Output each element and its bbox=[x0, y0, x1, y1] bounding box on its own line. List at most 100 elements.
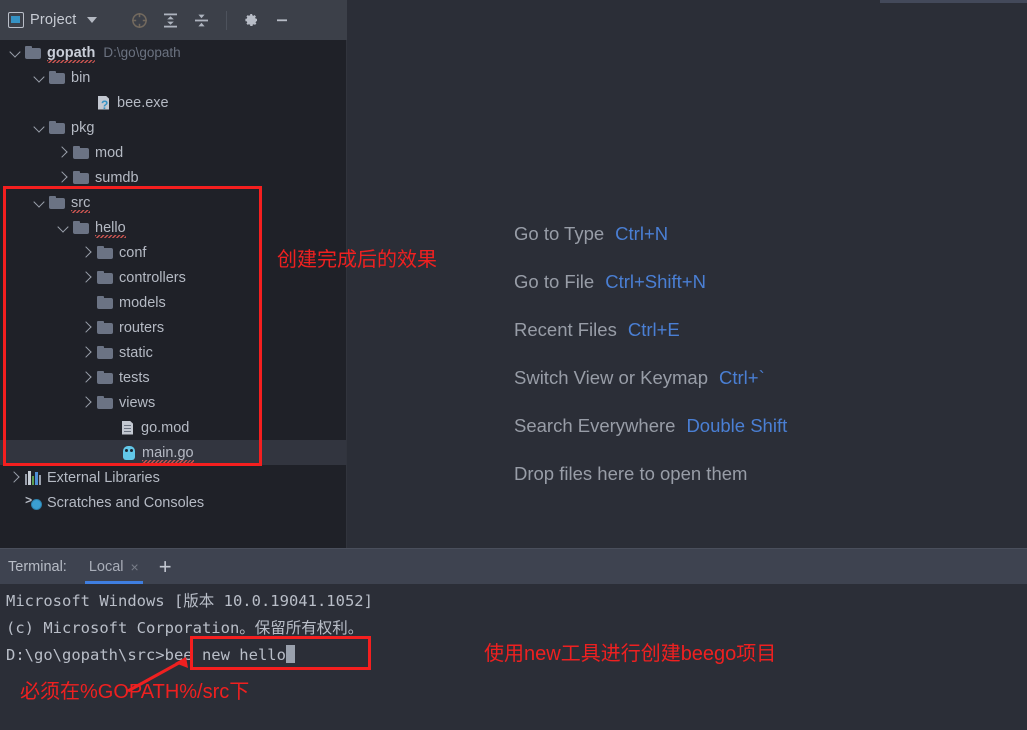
editor-hint-shortcut: Ctrl+N bbox=[615, 223, 669, 244]
chevron-down-icon[interactable] bbox=[33, 121, 46, 134]
go-file-icon bbox=[121, 445, 137, 461]
tree-node-sumdb[interactable]: sumdb bbox=[0, 165, 346, 190]
file-icon bbox=[121, 420, 135, 436]
folder-icon bbox=[97, 371, 113, 384]
chevron-right-icon[interactable] bbox=[57, 146, 70, 159]
editor-hint-shortcut: Ctrl+Shift+N bbox=[605, 271, 706, 292]
tree-node-label: routers bbox=[119, 319, 165, 336]
folder-icon bbox=[97, 396, 113, 409]
golandwindow: Project gopath D:\go\gopath bin ? bee.ex… bbox=[0, 0, 1027, 730]
tree-node-gopath[interactable]: gopath D:\go\gopath bbox=[0, 40, 346, 65]
editor-hint-row: Search Everywhere Double Shift bbox=[514, 402, 787, 450]
tree-node-label: Scratches and Consoles bbox=[47, 494, 205, 511]
tree-node-bin[interactable]: bin bbox=[0, 65, 346, 90]
tree-node-models[interactable]: models bbox=[0, 290, 346, 315]
editor-shortcut-hints: Go to Type Ctrl+N Go to File Ctrl+Shift+N Re… bbox=[514, 210, 787, 498]
scroll-from-source-icon[interactable] bbox=[129, 9, 151, 31]
editor-hint-action: Switch View or Keymap bbox=[514, 367, 708, 388]
editor-hint-action: Recent Files bbox=[514, 319, 617, 340]
editor-hint-action: Go to Type bbox=[514, 223, 605, 244]
chevron-down-icon[interactable] bbox=[33, 196, 46, 209]
editor-hint-shortcut: Double Shift bbox=[686, 415, 788, 436]
project-toolwindow-title-group[interactable]: Project bbox=[0, 12, 97, 28]
gear-icon[interactable] bbox=[240, 9, 262, 31]
terminal-toolwindow-header: Terminal: Local × + bbox=[0, 549, 1027, 584]
folder-icon bbox=[97, 321, 113, 334]
tree-node-mod[interactable]: mod bbox=[0, 140, 346, 165]
collapse-all-icon[interactable] bbox=[191, 9, 213, 31]
tree-node-views[interactable]: views bbox=[0, 390, 346, 415]
tree-node-label: mod bbox=[95, 144, 124, 161]
tree-node-label: static bbox=[119, 344, 153, 361]
terminal-caret bbox=[285, 645, 295, 663]
tree-node-label: main.go bbox=[142, 444, 194, 463]
tree-node-label: sumdb bbox=[95, 169, 139, 186]
tree-node-main-go[interactable]: main.go bbox=[0, 440, 346, 465]
editor-hint-shortcut: Ctrl+` bbox=[719, 367, 765, 388]
chevron-down-icon[interactable] bbox=[33, 71, 46, 84]
tree-node-hello[interactable]: hello bbox=[0, 215, 346, 240]
tree-node-label: src bbox=[71, 194, 91, 213]
editor-hint-row: Go to Type Ctrl+N bbox=[514, 210, 787, 258]
editor-hint-shortcut: Ctrl+E bbox=[627, 319, 680, 340]
chevron-right-icon[interactable] bbox=[81, 246, 94, 259]
window-top-hairline bbox=[880, 0, 1027, 3]
expand-all-icon[interactable] bbox=[160, 9, 182, 31]
tree-node-label: controllers bbox=[119, 269, 186, 286]
hide-toolwindow-icon[interactable] bbox=[271, 9, 293, 31]
tree-node-bee-exe[interactable]: bee.exe bbox=[0, 90, 346, 115]
chevron-right-icon[interactable] bbox=[81, 371, 94, 384]
chevron-right-icon[interactable] bbox=[81, 321, 94, 334]
tree-node-label: tests bbox=[119, 369, 150, 386]
chevron-right-icon[interactable] bbox=[81, 396, 94, 409]
project-toolwindow-actions bbox=[129, 9, 293, 31]
chevron-down-icon[interactable] bbox=[86, 17, 97, 23]
terminal-line: Microsoft Windows [版本 10.0.19041.1052] bbox=[6, 592, 373, 610]
editor-hint-row: Switch View or Keymap Ctrl+` bbox=[514, 354, 787, 402]
terminal-tab-label: Local bbox=[88, 558, 124, 575]
folder-icon bbox=[97, 346, 113, 359]
editor-hint-row: Drop files here to open them bbox=[514, 450, 787, 498]
external-libraries-icon bbox=[25, 470, 42, 485]
add-terminal-tab-button[interactable]: + bbox=[159, 555, 172, 577]
project-tree[interactable]: gopathD:\go\gopathbinbee.exepkgmodsumdbs… bbox=[0, 40, 347, 548]
tree-node-go-mod[interactable]: go.mod bbox=[0, 415, 346, 440]
folder-icon bbox=[49, 196, 65, 209]
folder-icon bbox=[25, 46, 41, 59]
chevron-down-icon[interactable] bbox=[9, 46, 22, 59]
folder-icon bbox=[97, 246, 113, 259]
tree-node-label: go.mod bbox=[141, 419, 190, 436]
editor-hint-action: Go to File bbox=[514, 271, 595, 292]
tree-node-label: gopath bbox=[47, 44, 96, 63]
tree-node-label: hello bbox=[95, 219, 126, 238]
terminal-tab-local[interactable]: Local × bbox=[84, 549, 143, 584]
chevron-right-icon[interactable] bbox=[9, 471, 22, 484]
tree-node-label: models bbox=[119, 294, 166, 311]
tree-node-src[interactable]: src bbox=[0, 190, 346, 215]
folder-icon bbox=[73, 171, 89, 184]
chevron-right-icon[interactable] bbox=[57, 171, 70, 184]
close-icon[interactable]: × bbox=[131, 560, 139, 574]
tree-node-pkg[interactable]: pkg bbox=[0, 115, 346, 140]
tree-node-scratches-and-consoles[interactable]: Scratches and Consoles bbox=[0, 490, 346, 515]
tree-node-static[interactable]: static bbox=[0, 340, 346, 365]
tree-node-external-libraries[interactable]: External Libraries bbox=[0, 465, 346, 490]
tree-node-label: pkg bbox=[71, 119, 95, 136]
executable-file-icon bbox=[97, 95, 111, 111]
scratches-icon bbox=[25, 494, 42, 510]
page-title: Project bbox=[30, 12, 77, 28]
folder-icon bbox=[73, 146, 89, 159]
tree-node-tests[interactable]: tests bbox=[0, 365, 346, 390]
tree-node-label: External Libraries bbox=[47, 469, 160, 486]
chevron-down-icon[interactable] bbox=[57, 221, 70, 234]
chevron-right-icon[interactable] bbox=[81, 346, 94, 359]
tree-node-routers[interactable]: routers bbox=[0, 315, 346, 340]
editor-hint-action: Search Everywhere bbox=[514, 415, 676, 436]
editor-hint-action: Drop files here to open them bbox=[514, 463, 748, 484]
tree-node-label: conf bbox=[119, 244, 147, 261]
chevron-right-icon[interactable] bbox=[81, 271, 94, 284]
